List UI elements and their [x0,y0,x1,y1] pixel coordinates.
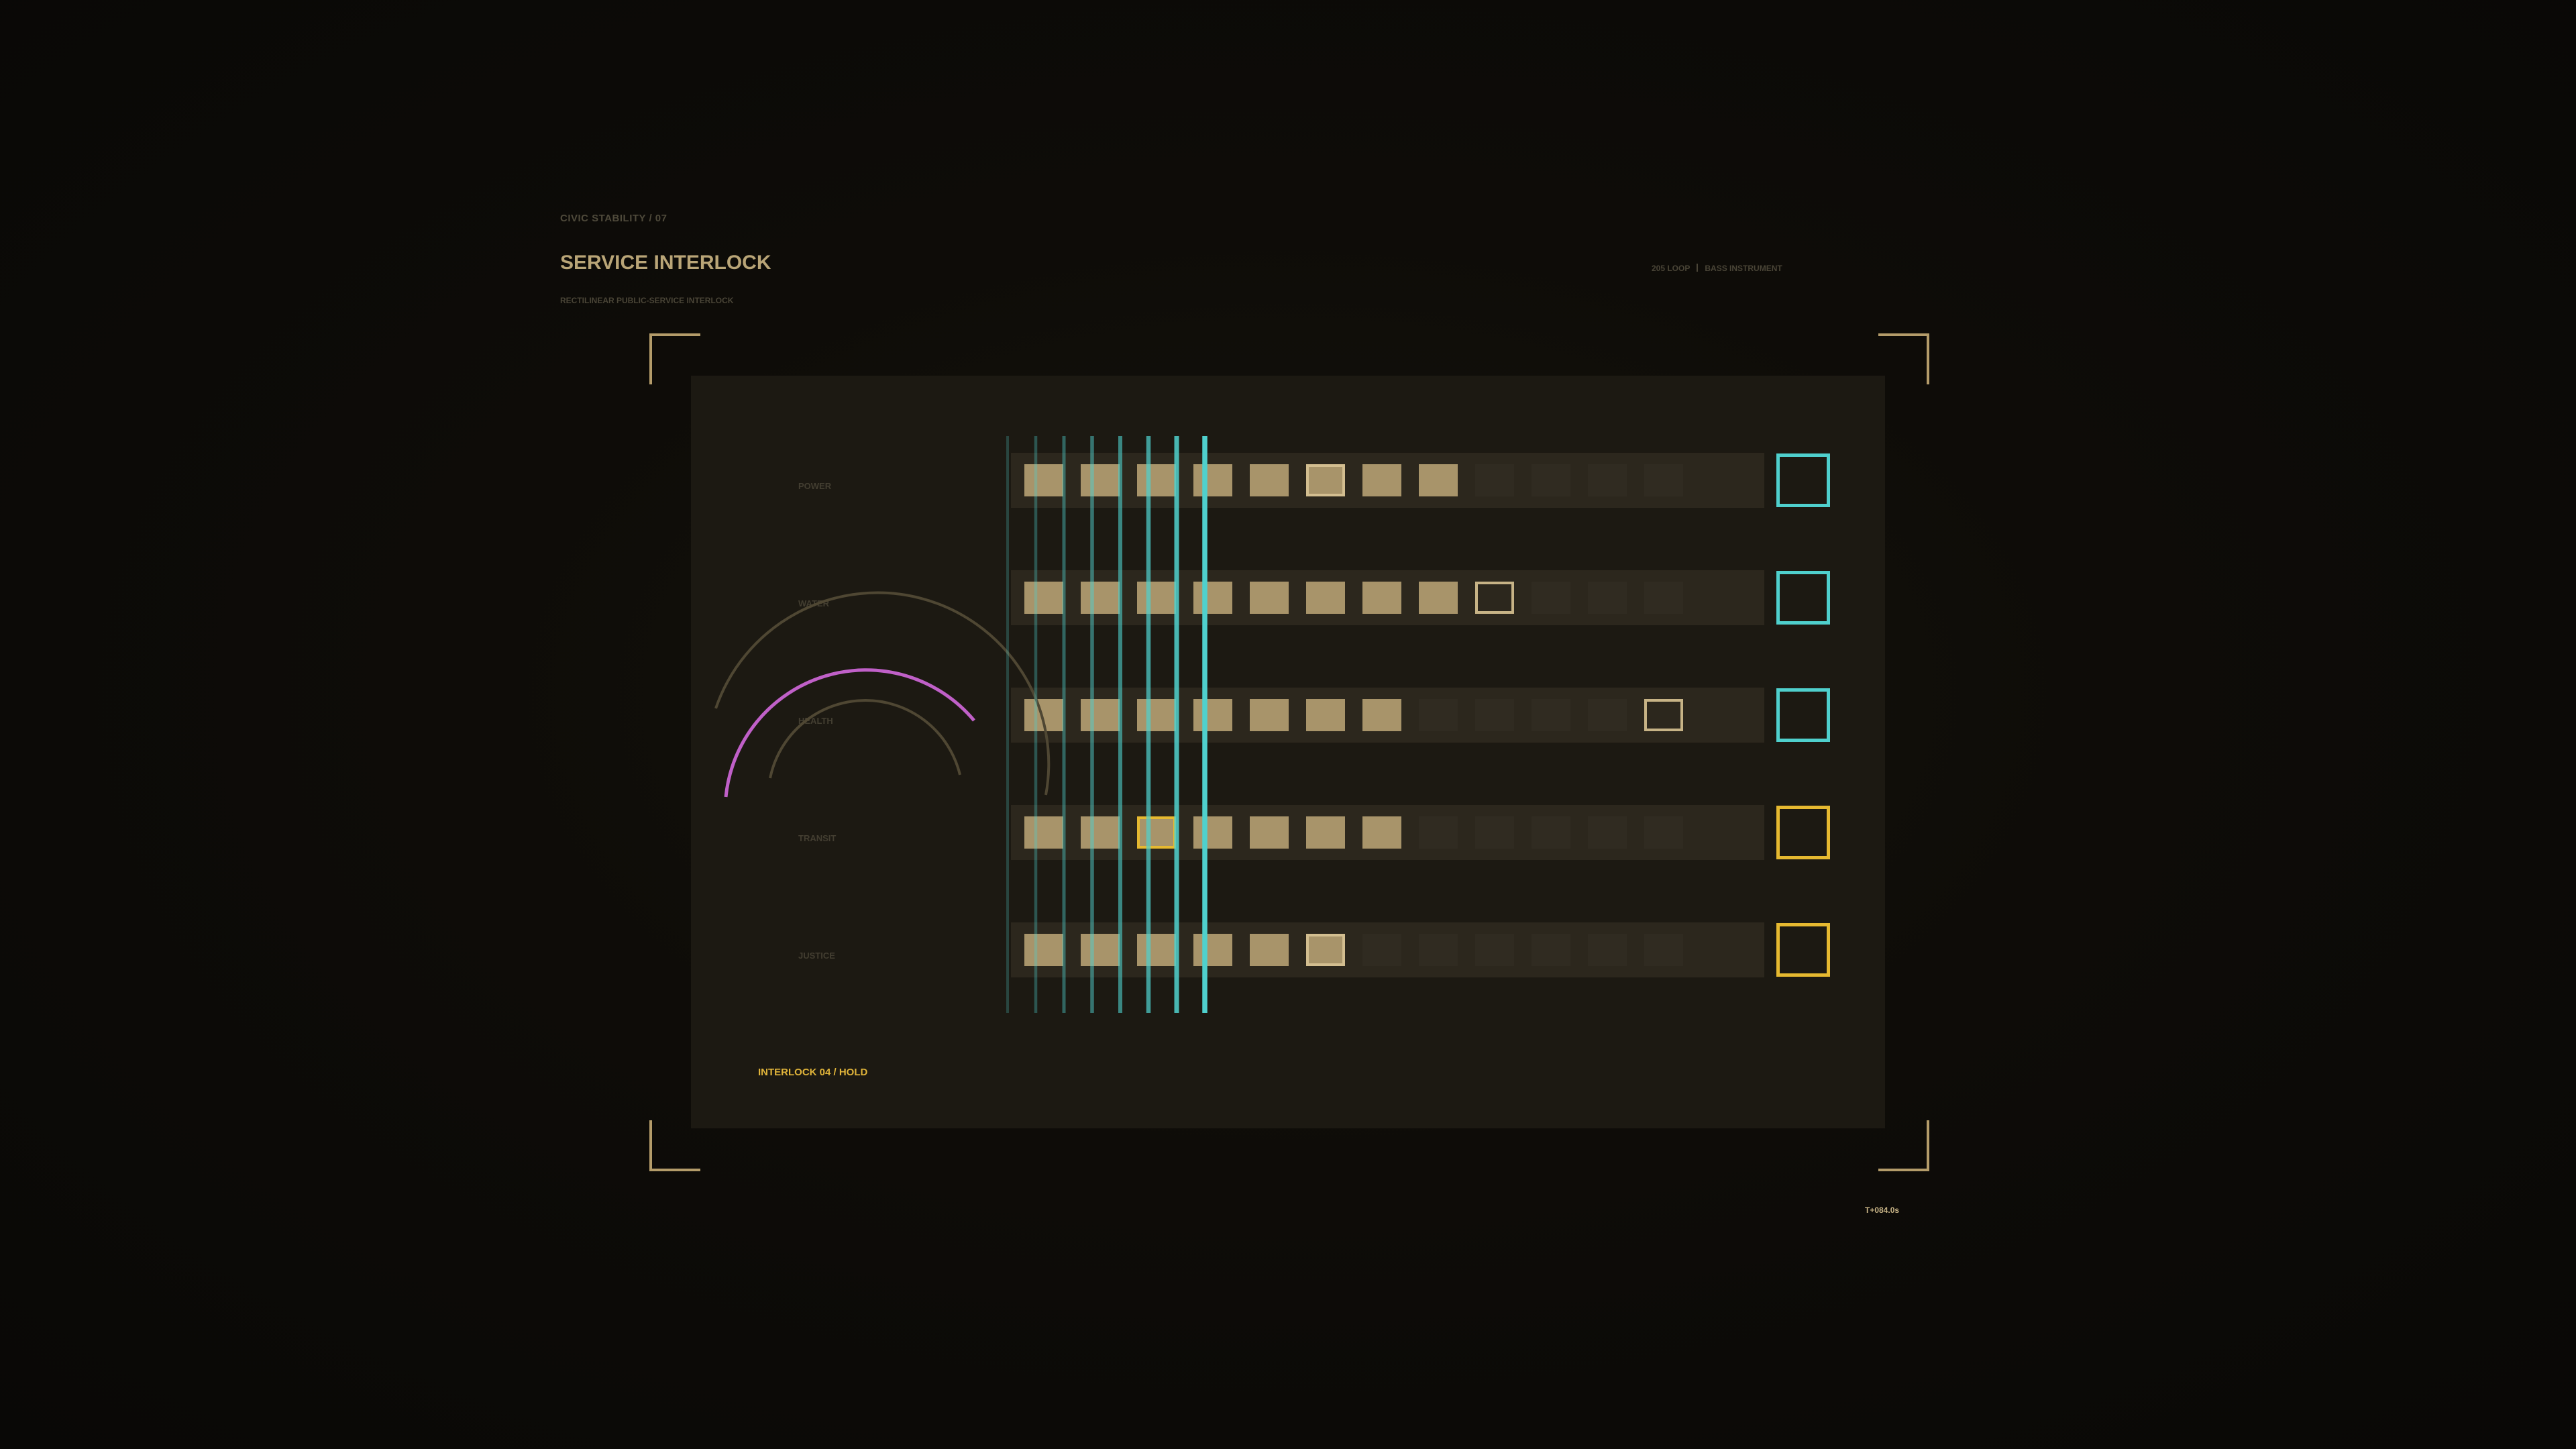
page-title: SERVICE INTERLOCK [560,252,771,274]
interlock-panel: POWER WATER HEALTH TRANSIT JUSTICE INTERLOCK… [691,376,1885,1128]
game-screen: CIVIC STABILITY / 07 SERVICE INTERLOCK R… [0,0,2576,1449]
interlock-status: INTERLOCK 04 / HOLD [758,1067,868,1078]
loop-tag: 205 LOOP BASS INSTRUMENT [1652,264,1782,273]
frame-corner-bottom-right [1878,1120,1929,1171]
loop-tag-right: BASS INSTRUMENT [1705,264,1782,273]
frame-corner-top-right [1878,333,1929,384]
page-subtitle: RECTILINEAR PUBLIC-SERVICE INTERLOCK [560,296,734,305]
section-kicker: CIVIC STABILITY / 07 [560,213,667,224]
elapsed-timer: T+084.0s [1865,1205,1900,1215]
tag-divider [1697,264,1699,272]
loop-tag-left: 205 LOOP [1652,264,1690,273]
bus-lines [1006,436,1208,1013]
